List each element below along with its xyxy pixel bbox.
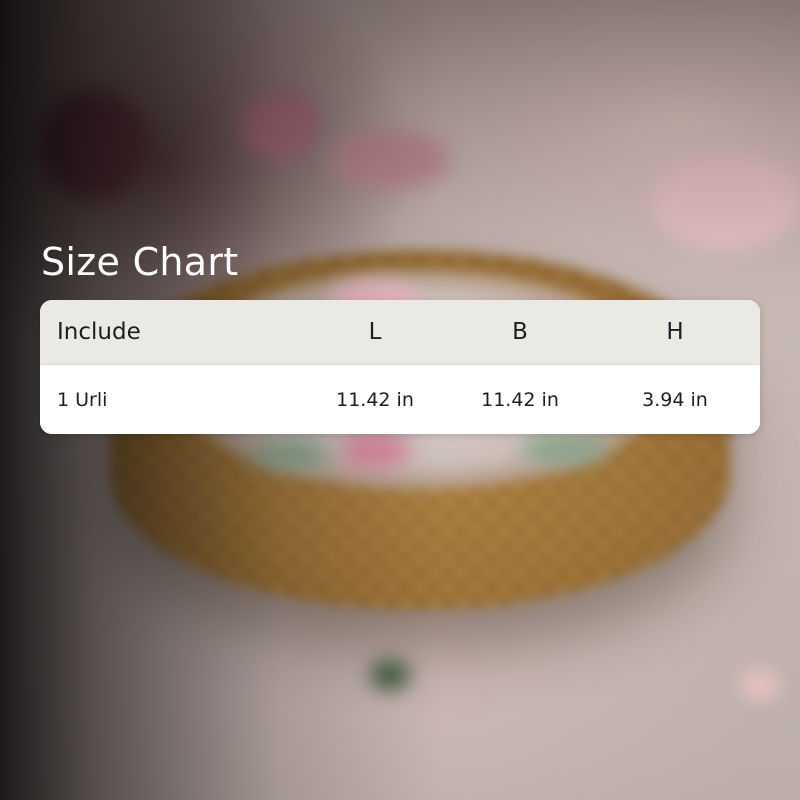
header-include: Include <box>57 319 141 345</box>
header-height: H <box>666 319 684 345</box>
cell-length: 11.42 in <box>336 388 414 411</box>
table-row: 1 Urli 11.42 in 11.42 in 3.94 in <box>40 365 760 434</box>
size-chart-table: Include L B H 1 Urli 11.42 in 11.42 in 3… <box>40 300 760 434</box>
header-breadth: B <box>512 319 528 345</box>
cell-breadth: 11.42 in <box>481 388 559 411</box>
cell-height: 3.94 in <box>642 388 708 411</box>
table-header-row: Include L B H <box>40 300 760 365</box>
size-chart-title: Size Chart <box>41 240 239 284</box>
cell-include: 1 Urli <box>57 388 108 411</box>
header-length: L <box>368 319 382 345</box>
